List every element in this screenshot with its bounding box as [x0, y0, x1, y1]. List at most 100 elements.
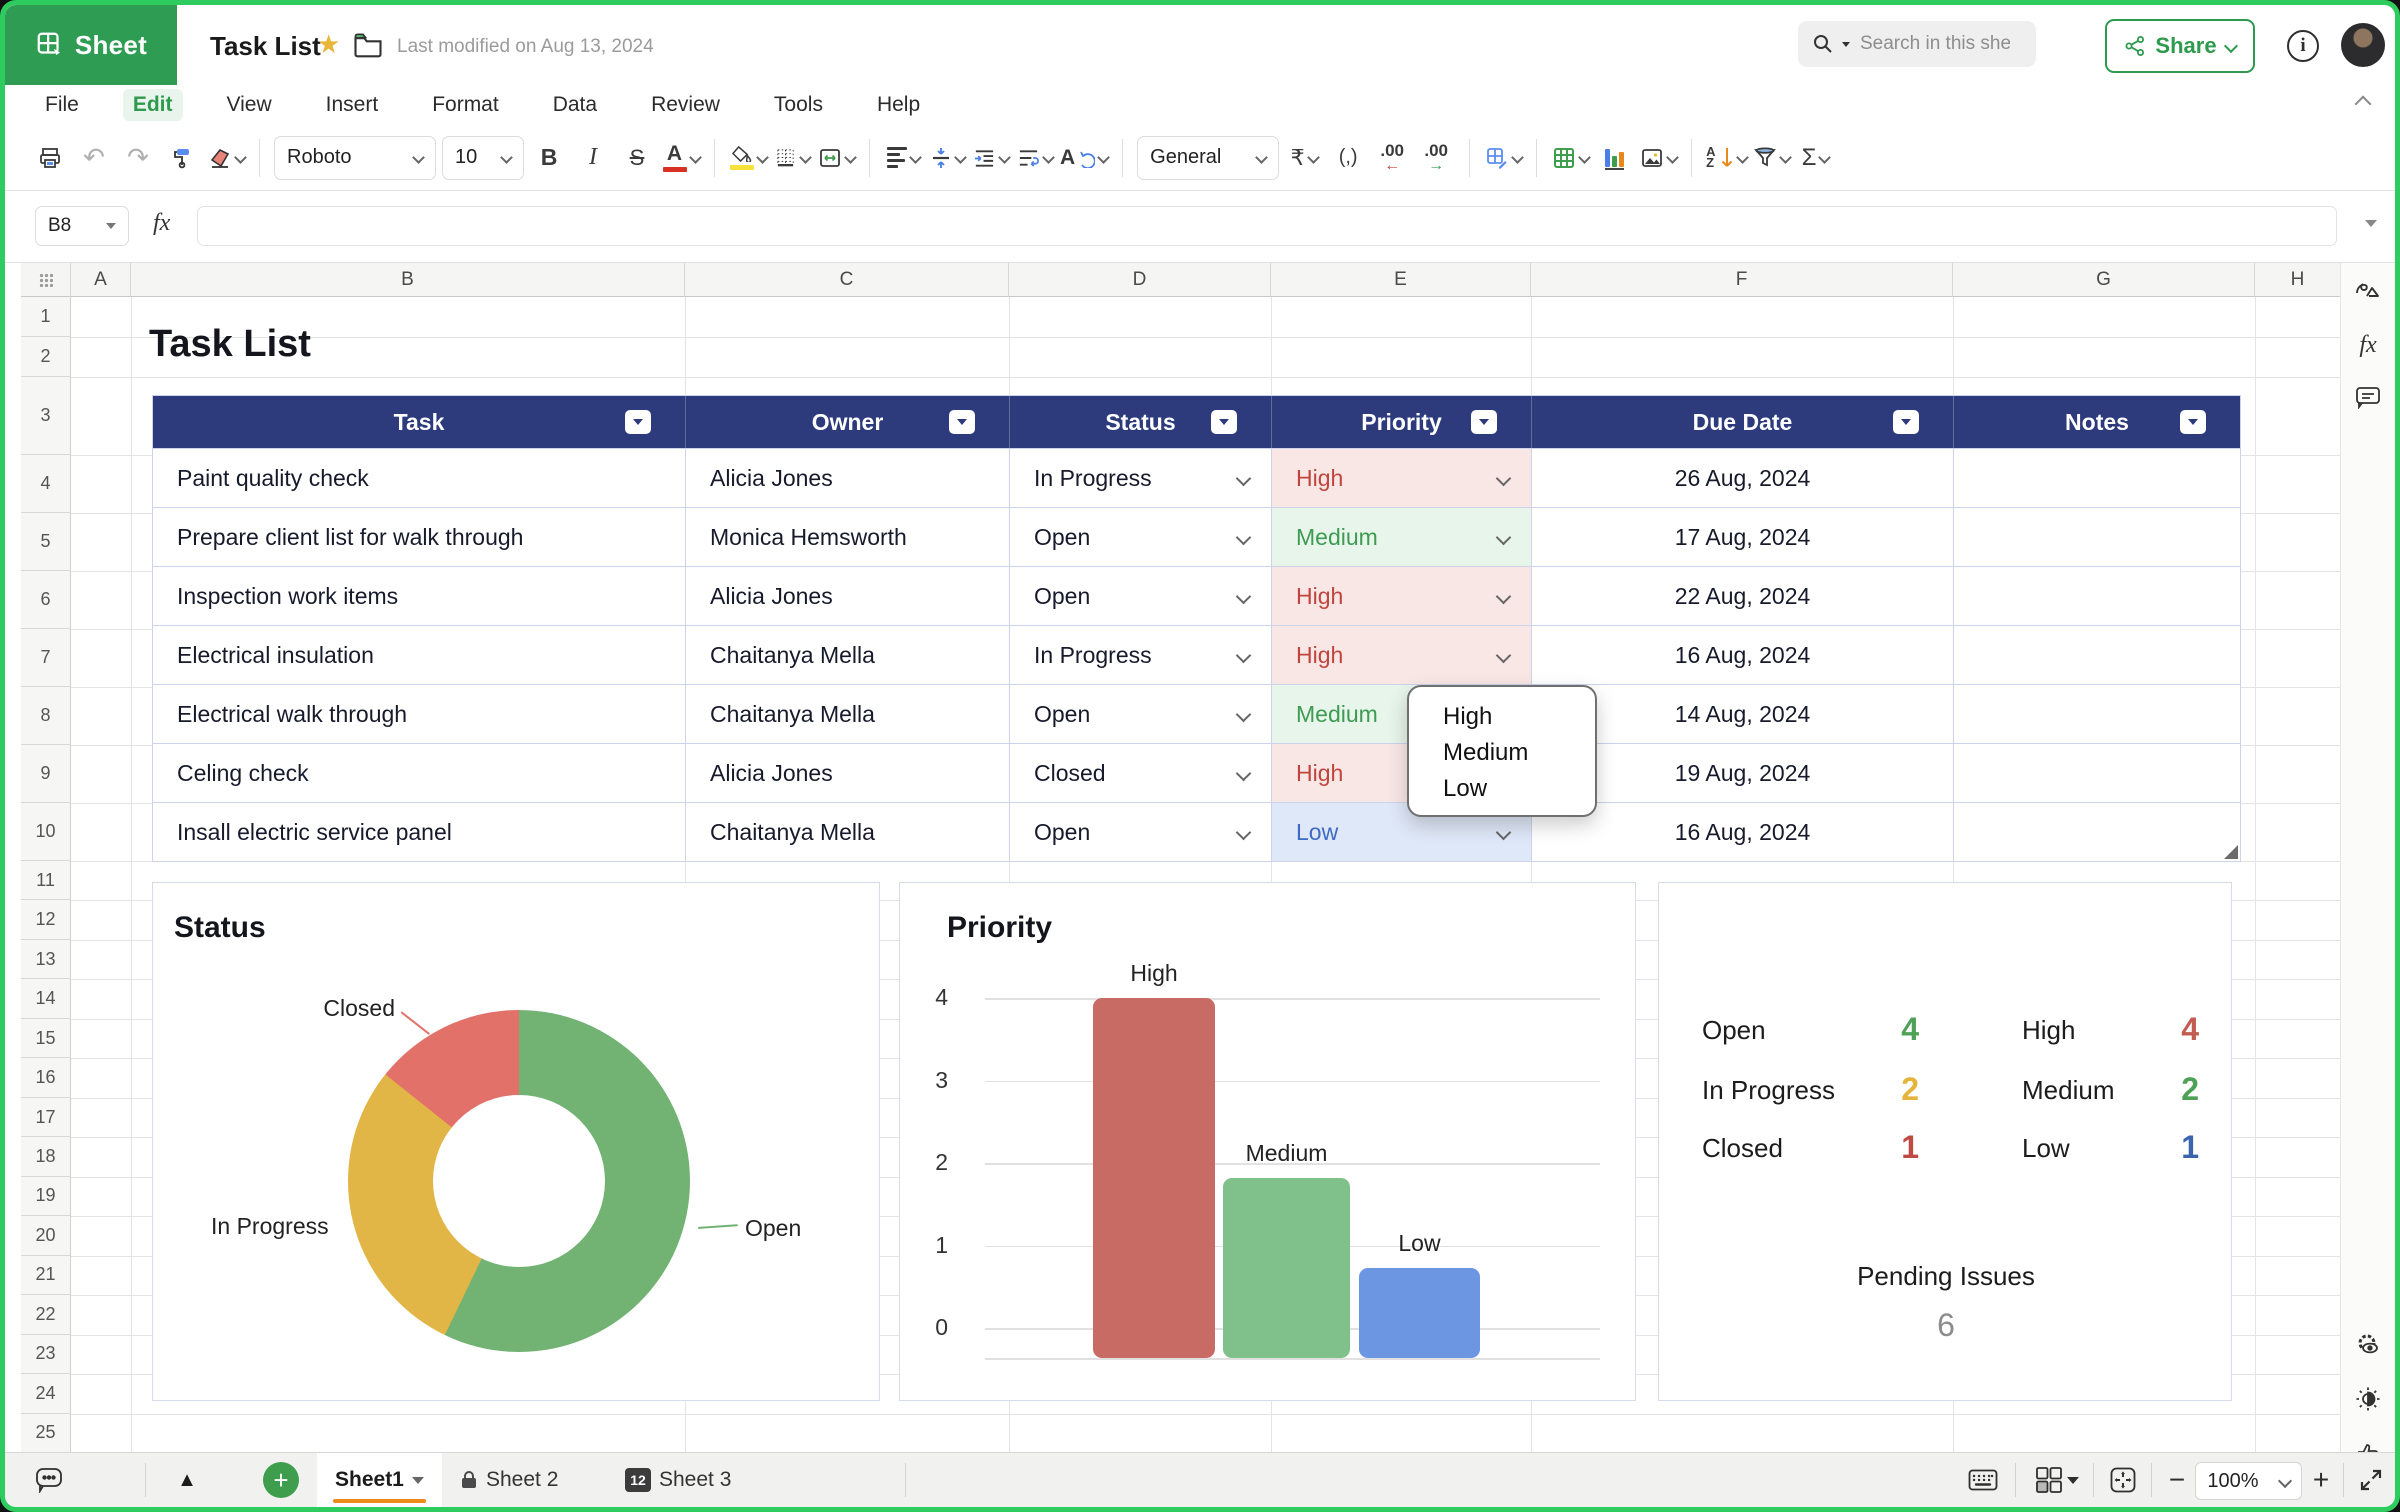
owner-cell[interactable]: Alicia Jones [686, 449, 1010, 507]
cell-dropdown-chevron-icon[interactable] [1496, 648, 1512, 664]
folder-icon[interactable] [353, 32, 383, 58]
print-button[interactable] [31, 136, 69, 180]
keyboard-shortcuts-icon[interactable] [1967, 1465, 1999, 1495]
fullscreen-icon[interactable] [2355, 1465, 2387, 1495]
row-header-6[interactable]: 6 [21, 571, 71, 629]
task-cell[interactable]: Electrical walk through [153, 685, 686, 743]
due-date-cell[interactable]: 17 Aug, 2024 [1532, 508, 1954, 566]
zoom-out-button[interactable]: − [2161, 1465, 2193, 1495]
cell-dropdown-chevron-icon[interactable] [1236, 648, 1252, 664]
eraser-button[interactable] [207, 136, 245, 180]
row-header-4[interactable]: 4 [21, 455, 71, 513]
table-resize-handle[interactable] [2224, 845, 2238, 859]
app-logo[interactable]: Sheet [5, 5, 177, 85]
notes-cell[interactable] [1954, 803, 2240, 861]
sum-button[interactable]: Σ [1797, 136, 1835, 180]
menu-item-help[interactable]: Help [867, 89, 930, 121]
popup-option-high[interactable]: High [1409, 699, 1595, 735]
row-header-18[interactable]: 18 [21, 1137, 71, 1176]
task-cell[interactable]: Inspection work items [153, 567, 686, 625]
menu-item-data[interactable]: Data [543, 89, 607, 121]
font-size-select[interactable]: 10 [442, 136, 524, 180]
row-header-14[interactable]: 14 [21, 979, 71, 1018]
merge-cells-button[interactable] [817, 136, 855, 180]
strikethrough-button[interactable]: S [618, 136, 656, 180]
task-cell[interactable]: Prepare client list for walk through [153, 508, 686, 566]
cell-dropdown-chevron-icon[interactable] [1496, 825, 1512, 841]
row-header-11[interactable]: 11 [21, 861, 71, 900]
number-format-select[interactable]: General [1137, 136, 1279, 180]
table-button[interactable] [1551, 136, 1589, 180]
row-header-2[interactable]: 2 [21, 337, 71, 377]
sort-button[interactable]: AZ [1706, 136, 1746, 180]
increase-decimal-button[interactable]: .00→ [1417, 136, 1455, 180]
cell-dropdown-chevron-icon[interactable] [1236, 825, 1252, 841]
row-header-17[interactable]: 17 [21, 1098, 71, 1137]
priority-cell[interactable]: High [1272, 567, 1532, 625]
task-cell[interactable]: Paint quality check [153, 449, 686, 507]
priority-cell[interactable]: High [1272, 626, 1532, 684]
document-title[interactable]: Task List [210, 31, 321, 62]
row-header-13[interactable]: 13 [21, 940, 71, 979]
owner-cell[interactable]: Alicia Jones [686, 744, 1010, 802]
menu-item-format[interactable]: Format [422, 89, 509, 121]
cell-dropdown-chevron-icon[interactable] [1236, 589, 1252, 605]
avatar[interactable] [2341, 23, 2385, 67]
cell-dropdown-chevron-icon[interactable] [1496, 530, 1512, 546]
table-header-status[interactable]: Status [1010, 396, 1272, 448]
row-header-15[interactable]: 15 [21, 1019, 71, 1058]
zoom-level[interactable]: 100% [2195, 1462, 2271, 1500]
table-header-due-date[interactable]: Due Date [1532, 396, 1954, 448]
fill-color-button[interactable] [729, 136, 767, 180]
owner-cell[interactable]: Chaitanya Mella [686, 626, 1010, 684]
select-all-corner[interactable] [21, 263, 71, 297]
row-header-10[interactable]: 10 [21, 803, 71, 861]
horizontal-align-button[interactable] [884, 136, 922, 180]
zia-assistant-icon[interactable] [2354, 277, 2382, 305]
due-date-cell[interactable]: 22 Aug, 2024 [1532, 567, 1954, 625]
popup-option-medium[interactable]: Medium [1409, 735, 1595, 771]
indent-button[interactable] [972, 136, 1010, 180]
notes-cell[interactable] [1954, 626, 2240, 684]
zoom-caret-icon[interactable] [2269, 1462, 2302, 1500]
zoom-in-button[interactable]: + [2305, 1465, 2337, 1495]
owner-cell[interactable]: Chaitanya Mella [686, 685, 1010, 743]
filter-dropdown-icon[interactable] [1471, 410, 1497, 434]
cell-dropdown-chevron-icon[interactable] [1496, 589, 1512, 605]
undo-button[interactable]: ↶ [75, 136, 113, 180]
status-cell[interactable]: Open [1010, 508, 1272, 566]
owner-cell[interactable]: Chaitanya Mella [686, 803, 1010, 861]
row-header-12[interactable]: 12 [21, 900, 71, 939]
due-date-cell[interactable]: 16 Aug, 2024 [1532, 803, 1954, 861]
status-cell[interactable]: Closed [1010, 744, 1272, 802]
cell-dropdown-chevron-icon[interactable] [1236, 530, 1252, 546]
filter-button[interactable] [1753, 136, 1791, 180]
menu-item-review[interactable]: Review [641, 89, 730, 121]
text-color-button[interactable]: A [662, 136, 700, 180]
priority-cell[interactable]: High [1272, 449, 1532, 507]
comma-format-button[interactable]: (,) [1329, 136, 1367, 180]
row-header-19[interactable]: 19 [21, 1177, 71, 1216]
insert-image-button[interactable] [1639, 136, 1677, 180]
column-header-H[interactable]: H [2255, 263, 2341, 297]
redo-button[interactable]: ↷ [119, 136, 157, 180]
column-header-E[interactable]: E [1271, 263, 1531, 297]
add-sheet-button[interactable]: + [263, 1462, 299, 1498]
notes-cell[interactable] [1954, 685, 2240, 743]
menu-item-view[interactable]: View [217, 89, 282, 121]
notes-cell[interactable] [1954, 744, 2240, 802]
row-header-8[interactable]: 8 [21, 687, 71, 745]
notes-cell[interactable] [1954, 567, 2240, 625]
filter-dropdown-icon[interactable] [2180, 410, 2206, 434]
search-input[interactable] [1858, 32, 2012, 56]
sheet-tab-sheet2[interactable]: Sheet 2 [460, 1453, 558, 1507]
row-header-3[interactable]: 3 [21, 377, 71, 455]
row-header-7[interactable]: 7 [21, 629, 71, 687]
cell-dropdown-chevron-icon[interactable] [1236, 766, 1252, 782]
table-header-task[interactable]: Task [153, 396, 686, 448]
filter-dropdown-icon[interactable] [949, 410, 975, 434]
font-select[interactable]: Roboto [274, 136, 436, 180]
status-cell[interactable]: Open [1010, 803, 1272, 861]
conditional-format-button[interactable] [1484, 136, 1522, 180]
info-icon[interactable]: i [2287, 30, 2319, 62]
